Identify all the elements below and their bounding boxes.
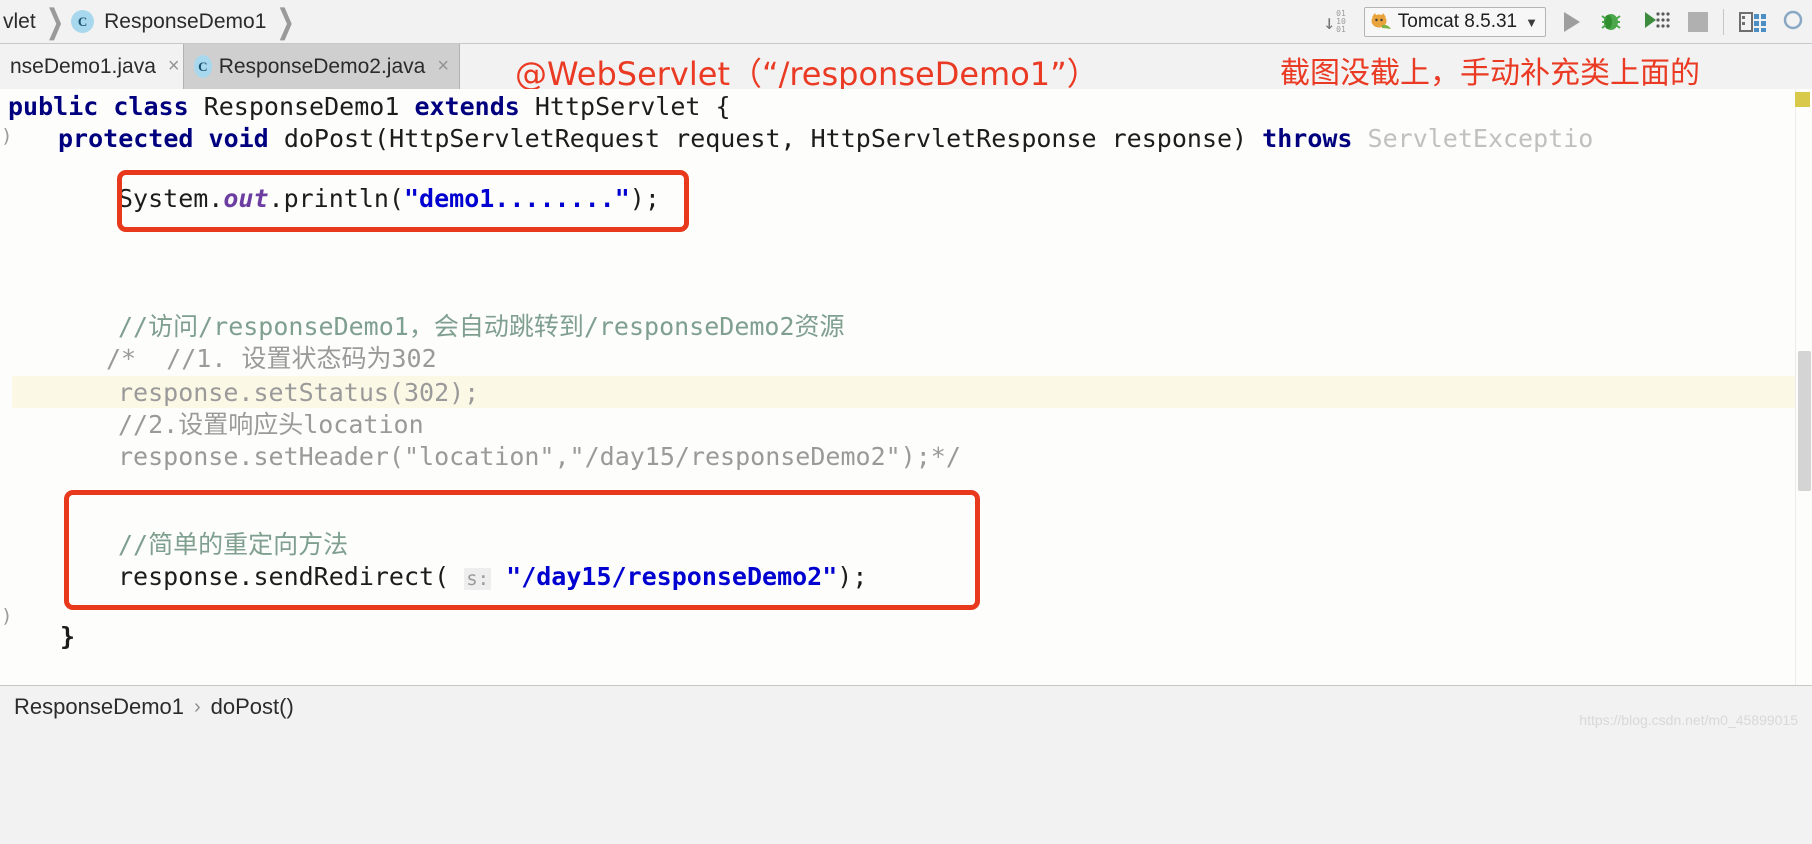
layout-icon	[1739, 10, 1766, 34]
navigation-bar: vlet ❯ C ResponseDemo1 ❯ ↓ 01 10 01 Tomc…	[0, 0, 1812, 44]
status-breadcrumb: ResponseDemo1 › doPost()	[14, 694, 294, 720]
class-icon: C	[71, 10, 95, 33]
run-button[interactable]	[1555, 0, 1589, 44]
class-name: ResponseDemo1	[203, 92, 400, 121]
exception-type: ServletExceptio	[1367, 124, 1594, 153]
tab-close-icon-1[interactable]: ×	[168, 55, 180, 78]
kw-throws: throws	[1262, 124, 1353, 153]
run-toolbar: ↓ 01 10 01 Tomcat 8.5.31 ▼	[1314, 0, 1812, 44]
tab-close-icon-2[interactable]: ×	[437, 55, 449, 78]
tab-label-2: ResponseDemo2.java	[218, 54, 426, 78]
tomcat-icon	[1370, 12, 1392, 32]
vertical-scrollbar-track[interactable]	[1795, 89, 1812, 685]
code-editor[interactable]: ) ) public class ResponseDemo1 extends H…	[0, 89, 1812, 685]
tab-response-demo2[interactable]: C ResponseDemo2.java ×	[183, 44, 460, 89]
tab-label-1: nseDemo1.java	[10, 54, 156, 78]
stop-icon	[1688, 12, 1708, 32]
kw-class: class	[113, 92, 189, 121]
stop-button[interactable]	[1679, 0, 1717, 44]
code-block-comment-open: /* //1. 设置状态码为302	[106, 344, 437, 373]
chevron-down-icon: ▼	[1525, 14, 1538, 30]
breadcrumb-separator-icon-2: ❯	[276, 2, 295, 40]
method-params: HttpServletRequest request, HttpServletR…	[389, 124, 1248, 153]
run-with-coverage-button[interactable]	[1633, 0, 1679, 44]
system-ref: System.	[118, 184, 224, 213]
parameter-hint: s:	[464, 568, 492, 590]
warning-marker[interactable]	[1795, 92, 1810, 107]
kw-extends: extends	[414, 92, 520, 121]
breadcrumb-item-package[interactable]: vlet	[3, 10, 36, 34]
more-options-button[interactable]	[1774, 0, 1812, 44]
binary-toggle-button[interactable]: ↓ 01 10 01	[1314, 0, 1355, 44]
breadcrumb-separator-icon: ❯	[45, 2, 65, 40]
send-redirect-arg: "/day15/responseDemo2"	[506, 562, 838, 591]
debug-button[interactable]	[1589, 0, 1633, 44]
watermark-text: https://blog.csdn.net/m0_45899015	[1579, 712, 1798, 728]
code-line-send-redirect: response.sendRedirect( s: "/day15/respon…	[118, 561, 867, 595]
out-field: out	[223, 184, 269, 213]
bits-bot: 01	[1336, 25, 1346, 34]
kw-void: void	[208, 124, 269, 153]
breadcrumb: vlet ❯ C ResponseDemo1 ❯	[0, 2, 302, 40]
send-redirect-call: response.sendRedirect(	[118, 562, 450, 591]
superclass-name: HttpServlet	[534, 92, 701, 121]
println-call: .println(	[268, 184, 404, 213]
code-content: public class ResponseDemo1 extends HttpS…	[0, 89, 1593, 685]
ide-window: vlet ❯ C ResponseDemo1 ❯ ↓ 01 10 01 Tomc…	[0, 0, 1812, 844]
status-bar: ResponseDemo1 › doPost() https://blog.cs…	[0, 685, 1812, 844]
run-configuration-selector[interactable]: Tomcat 8.5.31 ▼	[1355, 0, 1555, 44]
tab-response-demo1[interactable]: nseDemo1.java ×	[0, 44, 183, 89]
vertical-scrollbar-thumb[interactable]	[1798, 351, 1811, 491]
toolbar-divider	[1723, 9, 1724, 35]
class-icon-tab: C	[194, 55, 212, 78]
code-comment-location: //2.设置响应头location	[118, 410, 424, 439]
binary-arrow-icon: ↓ 01 10 01	[1323, 9, 1346, 34]
open-brace: {	[715, 92, 731, 121]
code-close-brace: }	[60, 622, 76, 651]
code-set-header: response.setHeader("location","/day15/re…	[118, 442, 961, 471]
kw-public: public	[8, 92, 99, 121]
status-breadcrumb-method[interactable]: doPost()	[211, 694, 294, 720]
kw-protected: protected	[58, 124, 194, 153]
code-set-status: response.setStatus(302);	[118, 378, 480, 407]
debug-icon	[1598, 11, 1624, 33]
status-breadcrumb-separator: ›	[193, 695, 201, 718]
code-line-println: System.out.println("demo1........");	[118, 183, 660, 215]
code-comment-redirect: //访问/responseDemo1，会自动跳转到/responseDemo2资…	[118, 312, 845, 341]
run-config-name: Tomcat 8.5.31	[1397, 11, 1518, 32]
circle-icon	[1783, 10, 1803, 35]
status-breadcrumb-class[interactable]: ResponseDemo1	[14, 694, 184, 720]
run-with-coverage-icon	[1642, 9, 1670, 36]
code-comment-simple: //简单的重定向方法	[118, 530, 349, 559]
code-line-method-decl: protected void doPost(HttpServletRequest…	[58, 123, 1593, 155]
println-end: );	[629, 184, 660, 213]
println-string: "demo1........"	[403, 184, 630, 213]
layout-button[interactable]	[1730, 0, 1774, 44]
method-name: doPost(	[283, 124, 390, 153]
code-line-class-decl: public class ResponseDemo1 extends HttpS…	[8, 91, 731, 123]
breadcrumb-item-class[interactable]: ResponseDemo1	[104, 10, 266, 34]
run-icon	[1564, 12, 1580, 32]
send-redirect-end: );	[837, 562, 868, 591]
